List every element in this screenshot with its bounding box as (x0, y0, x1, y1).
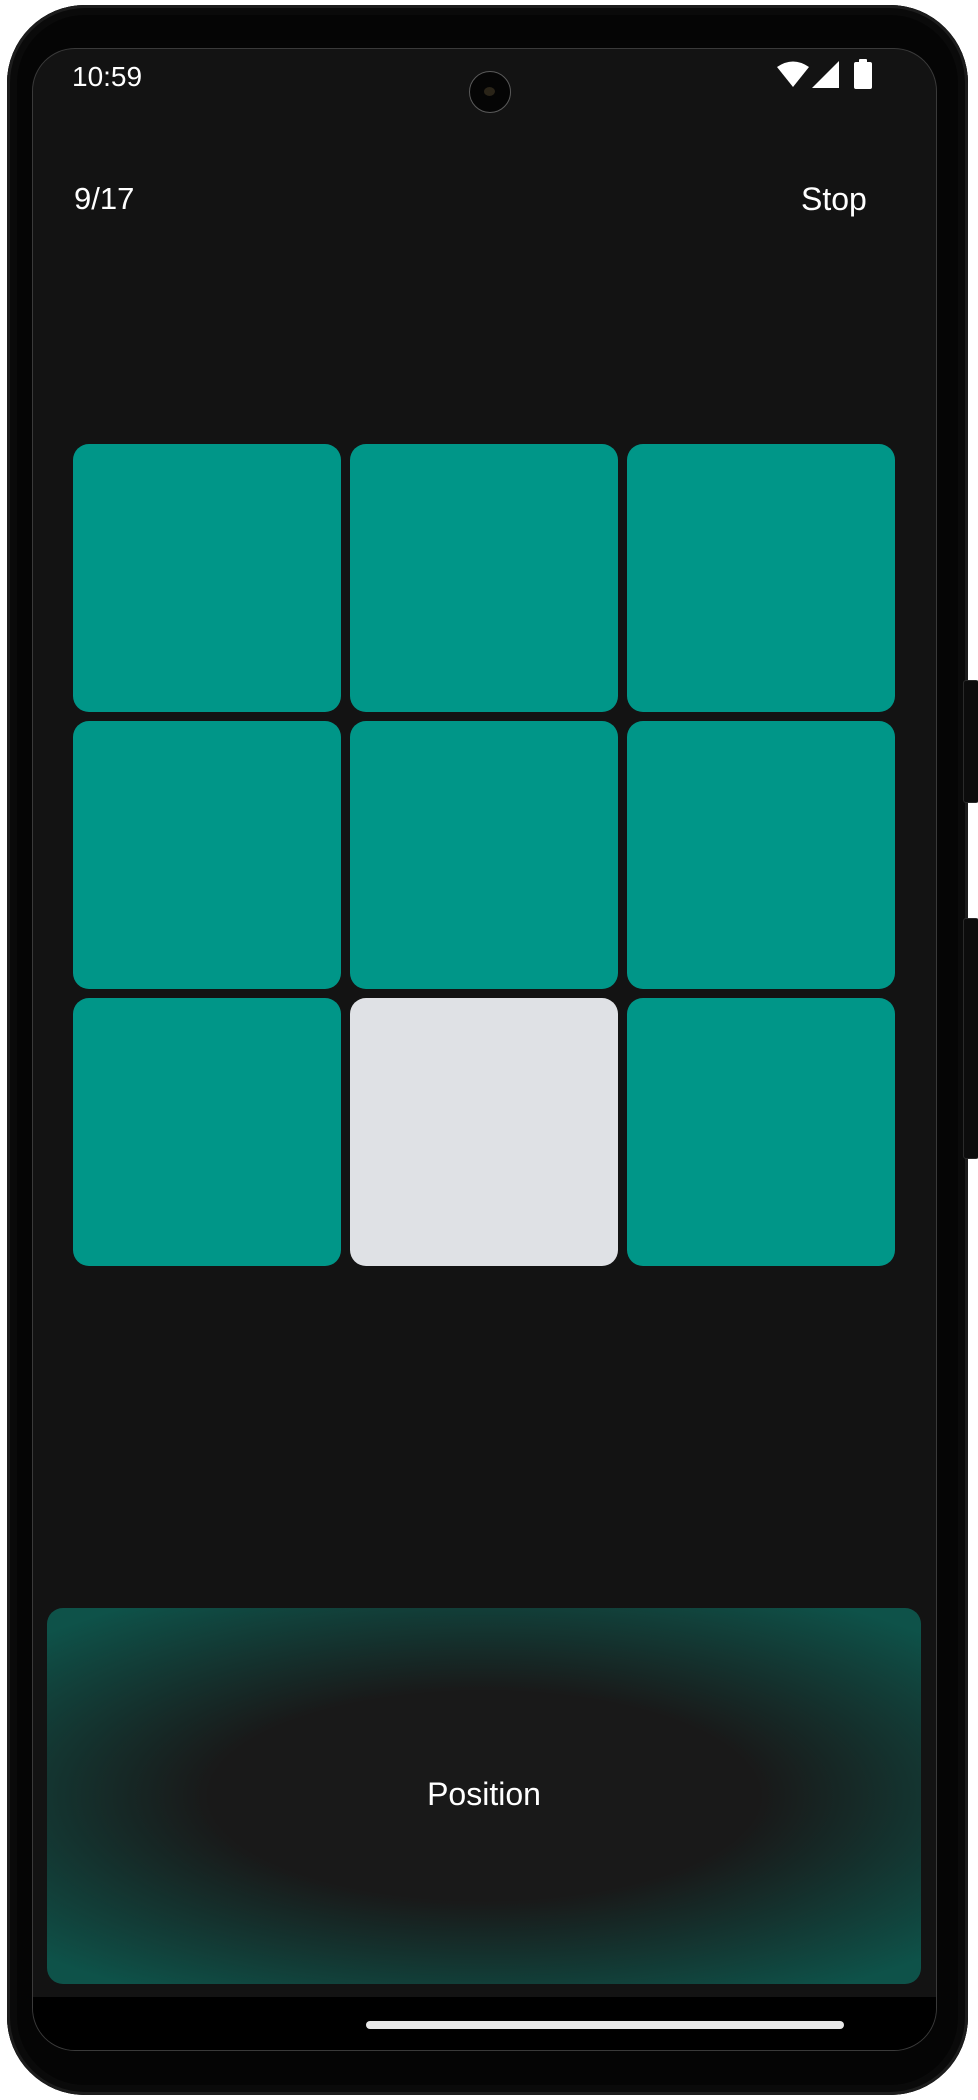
trial-counter: 9/17 (74, 181, 135, 216)
stop-button[interactable]: Stop (801, 183, 867, 215)
grid-tile-r2c2[interactable] (350, 721, 618, 989)
grid-tile-r1c3[interactable] (627, 444, 895, 712)
wifi-icon (777, 61, 809, 87)
home-gesture-handle[interactable] (366, 2021, 844, 2029)
cell-signal-icon (812, 61, 839, 88)
volume-button[interactable] (963, 918, 978, 1159)
screen: 10:59 9/17 Stop Position (33, 49, 936, 2050)
power-button[interactable] (963, 680, 978, 803)
grid-tile-r2c3[interactable] (627, 721, 895, 989)
grid-tile-r3c2[interactable] (350, 998, 618, 1266)
grid-tile-r2c1[interactable] (73, 721, 341, 989)
battery-icon (854, 59, 872, 89)
position-button-label: Position (427, 1776, 541, 1812)
status-icons (777, 59, 873, 90)
grid-tile-r3c3[interactable] (627, 998, 895, 1266)
status-time: 10:59 (72, 61, 143, 92)
position-grid (73, 444, 897, 1266)
grid-tile-r1c2[interactable] (350, 444, 618, 712)
position-button[interactable]: Position (47, 1608, 921, 1984)
grid-tile-r3c1[interactable] (73, 998, 341, 1266)
front-camera (469, 71, 511, 113)
grid-tile-r1c1[interactable] (73, 444, 341, 712)
